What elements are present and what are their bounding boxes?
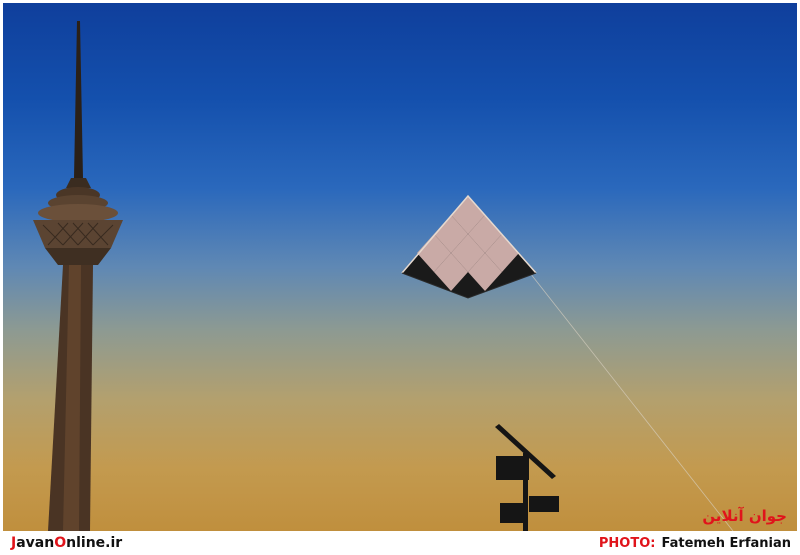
photo-credit-label: PHOTO: xyxy=(598,535,656,551)
kite xyxy=(401,194,537,299)
photo: جوان آنلاین xyxy=(3,3,797,531)
site-name-rest: nline.ir xyxy=(66,535,123,551)
site-name[interactable]: JavanOnline.ir xyxy=(3,535,122,551)
photo-frame: جوان آنلاین JavanOnline.ir PHOTO: Fatemeh… xyxy=(0,0,800,555)
kite-string xyxy=(529,272,734,531)
photo-credit: PHOTO: Fatemeh Erfanian xyxy=(599,536,797,551)
watermark-logo: جوان آنلاین xyxy=(702,507,787,525)
street-lamp xyxy=(495,424,559,531)
photographer-name: Fatemeh Erfanian xyxy=(661,535,791,551)
site-name-avan: avan xyxy=(16,535,55,551)
site-name-o: O xyxy=(54,535,67,551)
footer-bar: JavanOnline.ir PHOTO: Fatemeh Erfanian xyxy=(3,531,797,555)
scene xyxy=(33,21,734,531)
tower xyxy=(33,21,123,531)
